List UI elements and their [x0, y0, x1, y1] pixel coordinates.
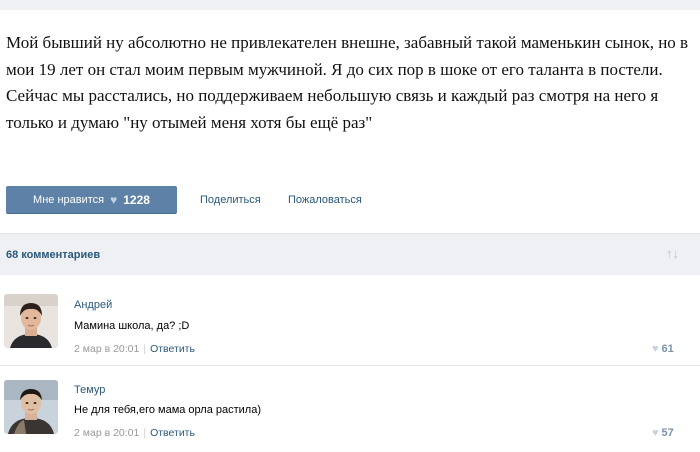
like-button[interactable]: Мне нравится ♥ 1228: [6, 186, 177, 214]
heart-icon: ♥: [652, 343, 659, 355]
share-link[interactable]: Поделиться: [200, 194, 261, 206]
heart-icon: ♥: [110, 192, 118, 207]
comment-divider: [0, 365, 700, 366]
reply-link[interactable]: Ответить: [150, 343, 195, 355]
like-label: Мне нравится: [33, 193, 105, 206]
like-count: 1228: [123, 192, 150, 207]
post-text: Мой бывший ну абсолютно не привлекателен…: [6, 33, 689, 132]
comment-like-count: 61: [661, 343, 674, 355]
comment-date[interactable]: 2 мар в 20:01: [74, 343, 139, 355]
avatar[interactable]: [4, 294, 58, 348]
comment-text: Не для тебя,его мама орла растила): [74, 404, 261, 416]
comment-like-count: 57: [661, 427, 674, 439]
comment-item: Андрей Мамина школа, да? ;D 2 мар в 20:0…: [0, 290, 700, 370]
comment-meta: 2 мар в 20:01 | Ответить: [74, 427, 195, 439]
comment-like-button[interactable]: ♥ 57: [652, 427, 674, 439]
meta-separator: |: [143, 343, 147, 355]
comments-count[interactable]: 68 комментариев: [6, 249, 100, 261]
comment-meta: 2 мар в 20:01 | Ответить: [74, 343, 195, 355]
heart-icon: ♥: [652, 427, 659, 439]
comments-header: 68 комментариев ↑↓: [0, 233, 700, 275]
reply-link[interactable]: Ответить: [150, 427, 195, 439]
comment-author[interactable]: Темур: [74, 384, 105, 396]
comment-author[interactable]: Андрей: [74, 299, 112, 311]
meta-separator: |: [143, 427, 147, 439]
comment-date[interactable]: 2 мар в 20:01: [74, 427, 139, 439]
sort-icon[interactable]: ↑↓: [666, 246, 679, 261]
top-strip: [0, 0, 700, 10]
comment-like-button[interactable]: ♥ 61: [652, 343, 674, 355]
comment-item: Темур Не для тебя,его мама орла растила)…: [0, 372, 700, 452]
report-link[interactable]: Пожаловаться: [288, 194, 362, 206]
avatar[interactable]: [4, 380, 58, 434]
comment-text: Мамина школа, да? ;D: [74, 320, 190, 332]
